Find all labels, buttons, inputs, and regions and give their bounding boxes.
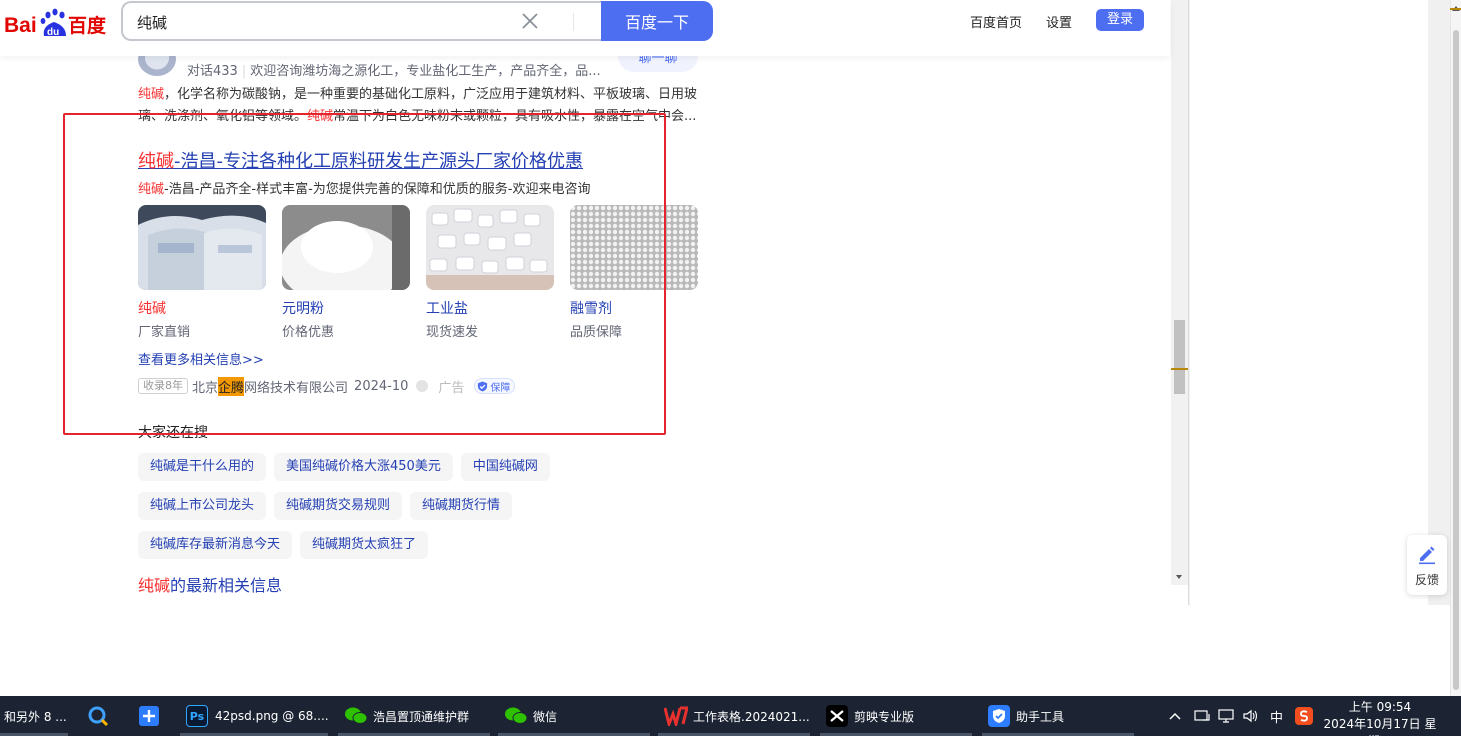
- volume-icon[interactable]: [1242, 708, 1258, 724]
- chat-count: 对话433: [187, 64, 238, 79]
- svg-text:Bai: Bai: [4, 14, 37, 37]
- plus-app-icon: [139, 706, 159, 726]
- scrollbar-thumb[interactable]: [1174, 320, 1185, 394]
- wps-icon: [664, 706, 688, 726]
- related-search-chip[interactable]: 纯碱是干什么用的: [138, 453, 267, 481]
- pencil-edit-icon: [1419, 546, 1435, 565]
- search-box: [121, 1, 603, 41]
- search-app-icon: [88, 706, 109, 727]
- window-scrollbar[interactable]: [1450, 0, 1461, 696]
- sogou-ime-icon[interactable]: [1295, 707, 1314, 725]
- related-search-chip[interactable]: 纯碱期货交易规则: [274, 492, 403, 520]
- baidu-logo[interactable]: Bai du 百度: [4, 6, 108, 38]
- svg-text:百度: 百度: [68, 14, 107, 37]
- related-search-chip[interactable]: 纯碱期货太疯狂了: [300, 531, 429, 559]
- latest-news-heading[interactable]: 纯碱的最新相关信息: [138, 572, 282, 596]
- prev-result-meta: 对话433 | 欢迎咨询潍坊海之源化工，专业盐化工生产，产品齐全，品...: [187, 64, 601, 79]
- wechat-icon: [345, 707, 368, 724]
- taskbar: 和另外 8 ... Ps 42psd.png @ 68.... 浩昌置顶通维护群…: [0, 696, 1461, 736]
- chevron-up-icon[interactable]: [1168, 709, 1182, 723]
- clock-time: 上午 09:54: [1348, 700, 1412, 714]
- right-pane: [1190, 0, 1428, 672]
- display-icon[interactable]: [1218, 708, 1234, 724]
- capcut-icon: [826, 705, 848, 727]
- taskbar-item[interactable]: 剪映专业版: [826, 696, 914, 736]
- related-search-chip[interactable]: 美国纯碱价格大涨450美元: [274, 453, 453, 481]
- prev-meta-desc: 欢迎咨询潍坊海之源化工，专业盐化工生产，产品齐全，品...: [250, 64, 601, 79]
- highlight-annotation-box: [63, 113, 666, 435]
- window-scrollbar-thumb[interactable]: [1453, 30, 1459, 690]
- page-scrollbar[interactable]: [1171, 0, 1188, 585]
- search-input[interactable]: [137, 11, 517, 33]
- wechat-icon: [505, 707, 528, 724]
- taskbar-item[interactable]: 工作表格.2024021...: [664, 696, 810, 736]
- taskbar-item[interactable]: Ps 42psd.png @ 68....: [186, 696, 329, 736]
- related-search-chip[interactable]: 纯碱期货行情: [410, 492, 513, 520]
- related-search-chip[interactable]: 纯碱上市公司龙头: [138, 492, 267, 520]
- also-search-chips: 纯碱是干什么用的 美国纯碱价格大涨450美元 中国纯碱网 纯碱上市公司龙头 纯碱…: [138, 453, 698, 570]
- svg-text:du: du: [47, 27, 59, 38]
- related-search-chip[interactable]: 纯碱库存最新消息今天: [138, 531, 293, 559]
- scroll-down-icon[interactable]: [1176, 575, 1182, 579]
- network-icon[interactable]: [1194, 708, 1210, 724]
- search-header: Bai du 百度 百度一下 百度首页 设置 登录: [0, 0, 1170, 56]
- taskbar-search-app[interactable]: [86, 696, 110, 736]
- feedback-button[interactable]: 反馈: [1407, 535, 1447, 595]
- system-clock[interactable]: 上午 09:54 2024年10月17日 星期四: [1320, 699, 1440, 736]
- related-search-chip[interactable]: 中国纯碱网: [460, 453, 550, 481]
- ime-indicator[interactable]: 中: [1270, 707, 1283, 726]
- nav-settings-link[interactable]: 设置: [1046, 12, 1072, 31]
- search-button[interactable]: 百度一下: [601, 1, 713, 41]
- taskbar-item[interactable]: 助手工具: [988, 696, 1064, 736]
- feedback-label: 反馈: [1414, 573, 1439, 587]
- taskbar-plus-app[interactable]: [138, 696, 160, 736]
- nav-home-link[interactable]: 百度首页: [970, 12, 1022, 31]
- login-button[interactable]: 登录: [1096, 9, 1144, 31]
- clear-icon[interactable]: [520, 11, 540, 31]
- system-tray: 中: [1168, 696, 1314, 736]
- clock-date: 2024年10月17日 星期四: [1323, 717, 1437, 736]
- taskbar-item[interactable]: 微信: [504, 696, 557, 736]
- taskbar-item[interactable]: 浩昌置顶通维护群: [344, 696, 469, 736]
- browser-viewport: 对话433 | 欢迎咨询潍坊海之源化工，专业盐化工生产，产品齐全，品... 聊一聊 …: [0, 0, 1189, 605]
- shield-app-icon: [988, 705, 1010, 727]
- photoshop-icon: Ps: [186, 705, 208, 727]
- taskbar-item[interactable]: 和另外 8 ...: [4, 696, 67, 736]
